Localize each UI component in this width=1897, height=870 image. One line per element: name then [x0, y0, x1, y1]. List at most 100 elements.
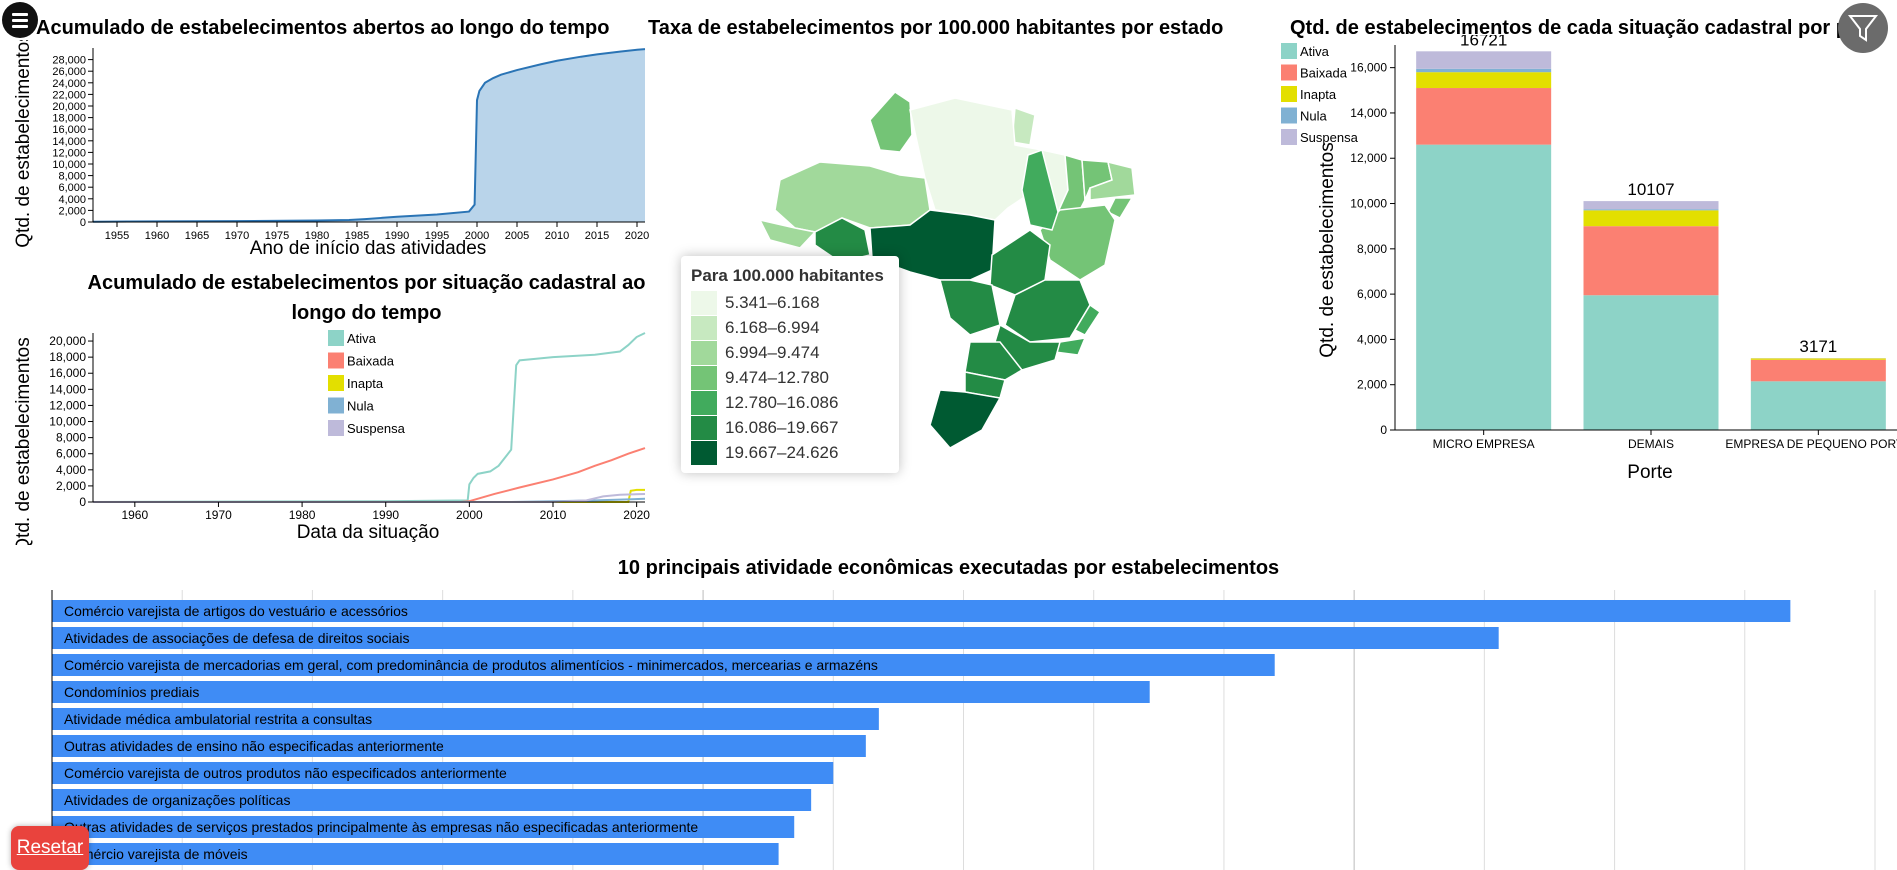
chart4-title: 10 principais atividade econômicas execu… [617, 557, 1280, 579]
chart3-y-tick-label: 4,000 [1357, 332, 1387, 346]
chart1-x-tick-label: 1970 [225, 230, 249, 242]
chart1-y-label: Qtd. de estabelecimentos [13, 40, 34, 248]
chart2-y-label: Qtd. de estabelecimentos [13, 337, 34, 545]
chart2-legend-label: Nula [347, 399, 375, 414]
map-legend-label: 6.994–9.474 [725, 342, 820, 362]
map-legend-label: 16.086–19.667 [725, 417, 839, 437]
chart3-bar-segment [1583, 226, 1719, 296]
chart1-y-tick-label: 26,000 [52, 66, 86, 78]
chart2-y-tick-label: 18,000 [49, 350, 86, 364]
map-legend-swatch [691, 290, 717, 315]
chart4-bar-label: Comércio varejista de artigos do vestuár… [64, 603, 408, 619]
chart3-legend-swatch [1281, 129, 1297, 145]
chart1-title: Acumulado de estabelecimentos abertos ao… [36, 17, 610, 39]
chart2-x-tick-label: 2000 [456, 508, 483, 522]
chart1-x-tick-label: 1955 [105, 230, 129, 242]
chart3-bar-segment [1583, 201, 1719, 210]
chart3-bar-segment [1416, 144, 1552, 430]
state-roraima [869, 91, 913, 153]
map-legend-label: 9.474–12.780 [725, 367, 829, 387]
chart3-legend-swatch [1281, 64, 1297, 81]
chart3-y-tick-label: 0 [1380, 423, 1387, 437]
funnel-filter-icon [1847, 15, 1879, 42]
chart2-legend-label: Ativa [347, 331, 377, 346]
map-legend-label: 6.168–6.994 [725, 317, 820, 337]
chart1-x-tick-label: 2005 [505, 230, 529, 242]
chart2-x-tick-label: 1990 [372, 508, 399, 522]
chart3-bar-segment [1750, 359, 1886, 382]
chart3-legend-label: Ativa [1300, 44, 1330, 59]
chart3-bar-segment [1750, 358, 1886, 360]
chart3-y-tick-label: 14,000 [1350, 106, 1387, 120]
filter-button[interactable] [1838, 3, 1888, 53]
map-legend-swatch [691, 390, 717, 415]
chart4-bar-label: Atividades de associações de defesa de d… [64, 630, 410, 646]
chart1-svg: 1955 1960 1965 1970 1975 1980 1985 1990 1995 2000… [13, 40, 649, 259]
map-legend-swatch [691, 315, 717, 340]
chart2-legend-swatch [328, 420, 344, 436]
map-legend-item: 6.994–9.474 [691, 340, 889, 365]
chart1-x-tick-label: 2015 [585, 230, 609, 242]
chart2-y-tick-label: 4,000 [56, 463, 86, 477]
chart3-y-tick-label: 2,000 [1357, 378, 1387, 392]
chart1-y-tick-label: 4,000 [58, 194, 86, 206]
chart1-y-tick-label: 28,000 [52, 55, 86, 67]
chart1-x-label: Ano de início das atividades [250, 238, 487, 259]
chart1-x-tick-label: 2020 [625, 230, 649, 242]
chart3-legend-label: Inapta [1300, 87, 1337, 102]
chart2-x-tick-label: 1970 [205, 508, 232, 522]
map-legend-label: 19.667–24.626 [725, 442, 839, 462]
chart4-bar-label: Outras atividades de serviços prestados … [64, 819, 698, 835]
map-legend-label: 5.341–6.168 [725, 292, 820, 312]
chart4-bar-label: Outras atividades de ensino não especifi… [64, 738, 444, 754]
chart2-y-tick-label: 20,000 [49, 334, 86, 348]
chart2-y-tick-label: 0 [79, 495, 86, 509]
map-legend-item: 16.086–19.667 [691, 415, 889, 440]
map-legend-swatch [691, 365, 717, 390]
map-legend-item: 5.341–6.168 [691, 290, 889, 315]
state-amazonas [774, 161, 931, 233]
chart3-legend-label: Baixada [1300, 66, 1348, 81]
chart1-area [93, 49, 645, 222]
chart1-y-tick-label: 10,000 [52, 159, 86, 171]
chart1-x-tick-label: 1965 [185, 230, 209, 242]
menu-button[interactable] [2, 2, 38, 38]
chart2-series-line [93, 447, 646, 503]
chart3-x-tick-label: MICRO EMPRESA [1433, 437, 1535, 451]
chart2-legend-swatch [328, 330, 344, 346]
chart2-y-tick-label: 12,000 [49, 398, 86, 412]
chart2-x-label: Data da situação [297, 522, 440, 543]
chart2-legend-label: Baixada [347, 354, 395, 369]
chart3-bar-segment [1416, 88, 1552, 145]
chart3-y-tick-label: 6,000 [1357, 287, 1387, 301]
chart3-bar-segment [1416, 51, 1552, 69]
map-legend-item: 12.780–16.086 [691, 390, 889, 415]
chart1-y-tick-label: 12,000 [52, 147, 86, 159]
chart2-title-line1: Acumulado de estabelecimentos por situaç… [87, 272, 646, 294]
chart2-svg: 1960 1970 1980 1990 2000 2010 2020 0 2,000 4,000 6… [13, 330, 650, 545]
chart2-x-tick-label: 1980 [289, 508, 316, 522]
chart3-bar-segment [1583, 295, 1719, 430]
state-ms [939, 279, 1001, 336]
chart4-bar [52, 681, 1150, 703]
chart2-legend-swatch [328, 375, 344, 391]
chart2-y-tick-label: 10,000 [49, 415, 86, 429]
map-legend-item: 19.667–24.626 [691, 440, 889, 465]
chart3-total-label: 16721 [1460, 35, 1507, 49]
map-legend-item: 9.474–12.780 [691, 365, 889, 390]
chart2-x-tick-label: 1960 [121, 508, 148, 522]
chart2-x-tick-label: 2010 [540, 508, 567, 522]
chart2-legend-swatch [328, 352, 344, 369]
reset-button[interactable]: Resetar [11, 826, 89, 870]
chart3-x-label: Porte [1627, 462, 1672, 483]
chart1-y-tick-label: 18,000 [52, 113, 86, 125]
chart2-legend-label: Suspensa [347, 421, 406, 436]
chart3-legend-swatch [1281, 107, 1297, 124]
chart2-y-tick-label: 8,000 [56, 431, 86, 445]
chart1-x-tick-label: 1960 [145, 230, 169, 242]
map-title: Taxa de estabelecimentos por 100.000 hab… [648, 17, 1224, 39]
chart2-y-tick-label: 14,000 [49, 382, 86, 396]
chart4-bar-label: Comércio varejista de mercadorias em ger… [64, 657, 878, 673]
chart1-y-tick-label: 24,000 [52, 78, 86, 90]
chart4-bar-label: Atividade médica ambulatorial restrita a… [64, 711, 372, 727]
